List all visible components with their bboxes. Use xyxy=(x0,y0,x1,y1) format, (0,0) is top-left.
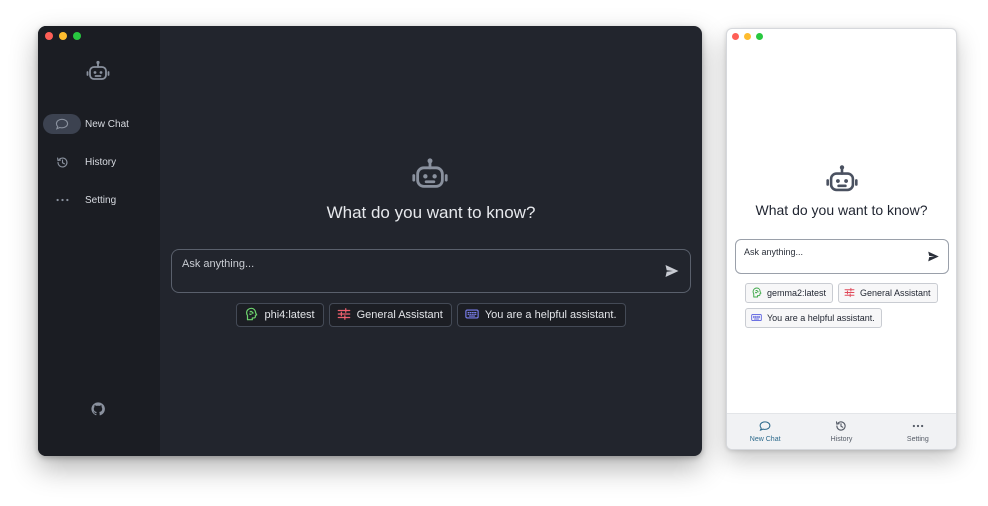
sidebar-item-new-chat[interactable]: New Chat xyxy=(38,112,160,136)
sidebar-item-history[interactable]: History xyxy=(38,150,160,174)
bottom-nav: New Chat History Setting xyxy=(727,413,956,449)
robot-icon xyxy=(411,157,449,191)
chat-bubble-icon xyxy=(43,114,81,134)
sidebar-item-setting[interactable]: Setting xyxy=(38,188,160,212)
tab-setting[interactable]: Setting xyxy=(880,414,956,449)
robot-icon xyxy=(825,164,859,194)
model-chip-label: gemma2:latest xyxy=(767,288,827,298)
system-prompt-chip[interactable]: You are a helpful assistant. xyxy=(745,308,882,328)
model-chip-label: phi4:latest xyxy=(264,309,315,321)
window-controls xyxy=(45,32,81,40)
sidebar-item-label: History xyxy=(85,156,117,168)
tab-history[interactable]: History xyxy=(803,414,879,449)
send-icon[interactable] xyxy=(927,250,940,263)
history-icon xyxy=(835,420,847,434)
page-title: What do you want to know? xyxy=(755,202,928,218)
screenshot-stage: New Chat History Setting What do you wan… xyxy=(0,0,988,506)
sidebar: New Chat History Setting xyxy=(38,26,160,456)
main-panel: What do you want to know? phi4:latest xyxy=(160,26,702,456)
system-prompt-chip-label: You are a helpful assistant. xyxy=(484,309,617,321)
close-window-button[interactable] xyxy=(732,33,739,40)
chat-input-box xyxy=(171,249,691,293)
close-window-button[interactable] xyxy=(45,32,53,40)
keyboard-icon xyxy=(751,312,762,325)
assistant-chip-label: General Assistant xyxy=(356,309,443,321)
maximize-window-button[interactable] xyxy=(73,32,81,40)
tab-label: Setting xyxy=(906,436,929,443)
system-prompt-chip-label: You are a helpful assistant. xyxy=(767,313,875,323)
sliders-icon xyxy=(337,307,351,324)
chat-input-box xyxy=(735,239,949,274)
more-dots-icon xyxy=(912,420,924,434)
chat-options-bar: phi4:latest General Assistant You are a … xyxy=(160,303,702,327)
tab-label: New Chat xyxy=(749,436,781,443)
mobile-window-light: What do you want to know? gemma2:latest xyxy=(726,28,957,450)
sidebar-item-label: Setting xyxy=(85,194,117,206)
window-controls xyxy=(732,33,763,40)
system-prompt-chip[interactable]: You are a helpful assistant. xyxy=(456,303,626,327)
model-chip[interactable]: gemma2:latest xyxy=(745,283,834,303)
github-icon[interactable] xyxy=(91,402,105,416)
sliders-icon xyxy=(844,287,855,300)
model-chip[interactable]: phi4:latest xyxy=(236,303,324,327)
minimize-window-button[interactable] xyxy=(744,33,751,40)
tab-new-chat[interactable]: New Chat xyxy=(727,414,803,449)
brain-icon xyxy=(751,287,762,300)
sidebar-item-label: New Chat xyxy=(85,118,129,130)
chat-input[interactable] xyxy=(744,245,914,259)
page-title: What do you want to know? xyxy=(326,203,536,222)
keyboard-icon xyxy=(465,307,479,324)
chat-bubble-icon xyxy=(759,420,771,434)
history-icon xyxy=(43,152,81,172)
assistant-chip-label: General Assistant xyxy=(860,288,931,298)
assistant-chip[interactable]: General Assistant xyxy=(838,283,938,303)
brain-icon xyxy=(244,307,258,324)
robot-icon xyxy=(86,60,110,82)
assistant-chip[interactable]: General Assistant xyxy=(328,303,452,327)
maximize-window-button[interactable] xyxy=(756,33,763,40)
chat-input[interactable] xyxy=(182,256,642,272)
more-dots-icon xyxy=(43,190,81,210)
tab-label: History xyxy=(830,436,853,443)
send-icon[interactable] xyxy=(664,263,680,279)
desktop-window-dark: New Chat History Setting What do you wan… xyxy=(38,26,702,456)
minimize-window-button[interactable] xyxy=(59,32,67,40)
